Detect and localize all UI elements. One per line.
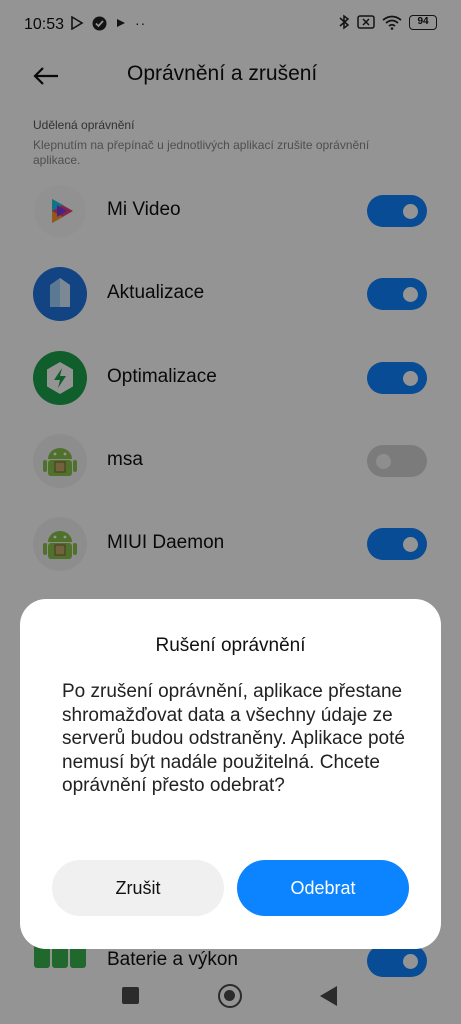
recents-button[interactable] xyxy=(122,987,139,1004)
revoke-button[interactable]: Odebrat xyxy=(237,860,409,916)
revoke-permission-dialog: Rušení oprávnění Po zrušení oprávnění, a… xyxy=(20,599,441,949)
back-nav-button[interactable] xyxy=(320,986,337,1006)
dialog-message: Po zrušení oprávnění, aplikace přestane … xyxy=(62,681,405,796)
dialog-title: Rušení oprávnění xyxy=(155,635,306,656)
cancel-button[interactable]: Zrušit xyxy=(52,860,224,916)
navigation-bar xyxy=(0,968,461,1024)
home-button[interactable] xyxy=(218,984,242,1008)
